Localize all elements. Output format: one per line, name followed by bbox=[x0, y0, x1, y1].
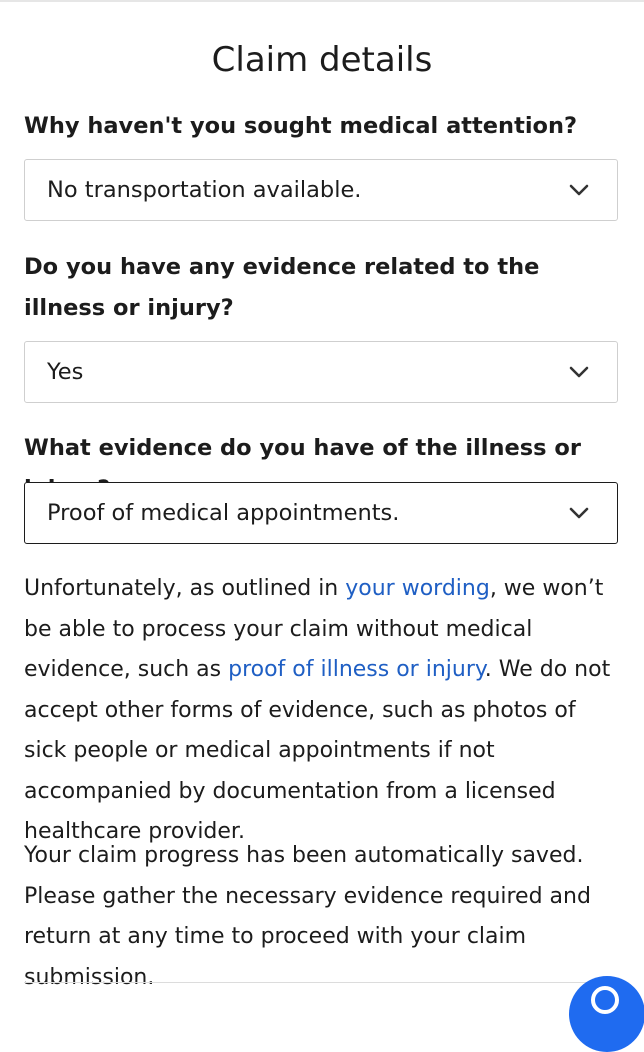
chevron-down-icon bbox=[569, 184, 589, 196]
chat-help-icon bbox=[591, 986, 619, 1014]
has-evidence-select[interactable]: Yes bbox=[24, 341, 618, 403]
evidence-type-selected-value: Proof of medical appointments. bbox=[47, 500, 400, 526]
top-divider bbox=[0, 0, 644, 2]
evidence-notice: Unfortunately, as outlined in your wordi… bbox=[24, 569, 624, 853]
progress-saved-message: Your claim progress has been automatical… bbox=[24, 843, 591, 990]
your-wording-link[interactable]: your wording bbox=[345, 576, 490, 601]
medical-attention-select[interactable]: No transportation available. bbox=[24, 159, 618, 221]
notice-text-1: Unfortunately, as outlined in bbox=[24, 576, 346, 601]
page-title: Claim details bbox=[211, 40, 433, 80]
question-label-medical-attention: Why haven't you sought medical attention… bbox=[24, 113, 578, 139]
evidence-type-select[interactable]: Proof of medical appointments. bbox=[24, 482, 618, 544]
chat-help-button[interactable] bbox=[569, 976, 644, 1052]
claim-details-page: Claim details Why haven't you sought med… bbox=[0, 0, 644, 1052]
proof-of-illness-link[interactable]: proof of illness or injury bbox=[228, 657, 485, 682]
bottom-divider bbox=[24, 982, 620, 983]
medical-attention-selected-value: No transportation available. bbox=[47, 177, 362, 203]
chevron-down-icon bbox=[569, 507, 589, 519]
question-label-has-evidence: Do you have any evidence related to the … bbox=[24, 254, 540, 321]
chevron-down-icon bbox=[569, 366, 589, 378]
notice-text-3: . We do not accept other forms of eviden… bbox=[24, 657, 611, 844]
has-evidence-selected-value: Yes bbox=[47, 359, 84, 385]
